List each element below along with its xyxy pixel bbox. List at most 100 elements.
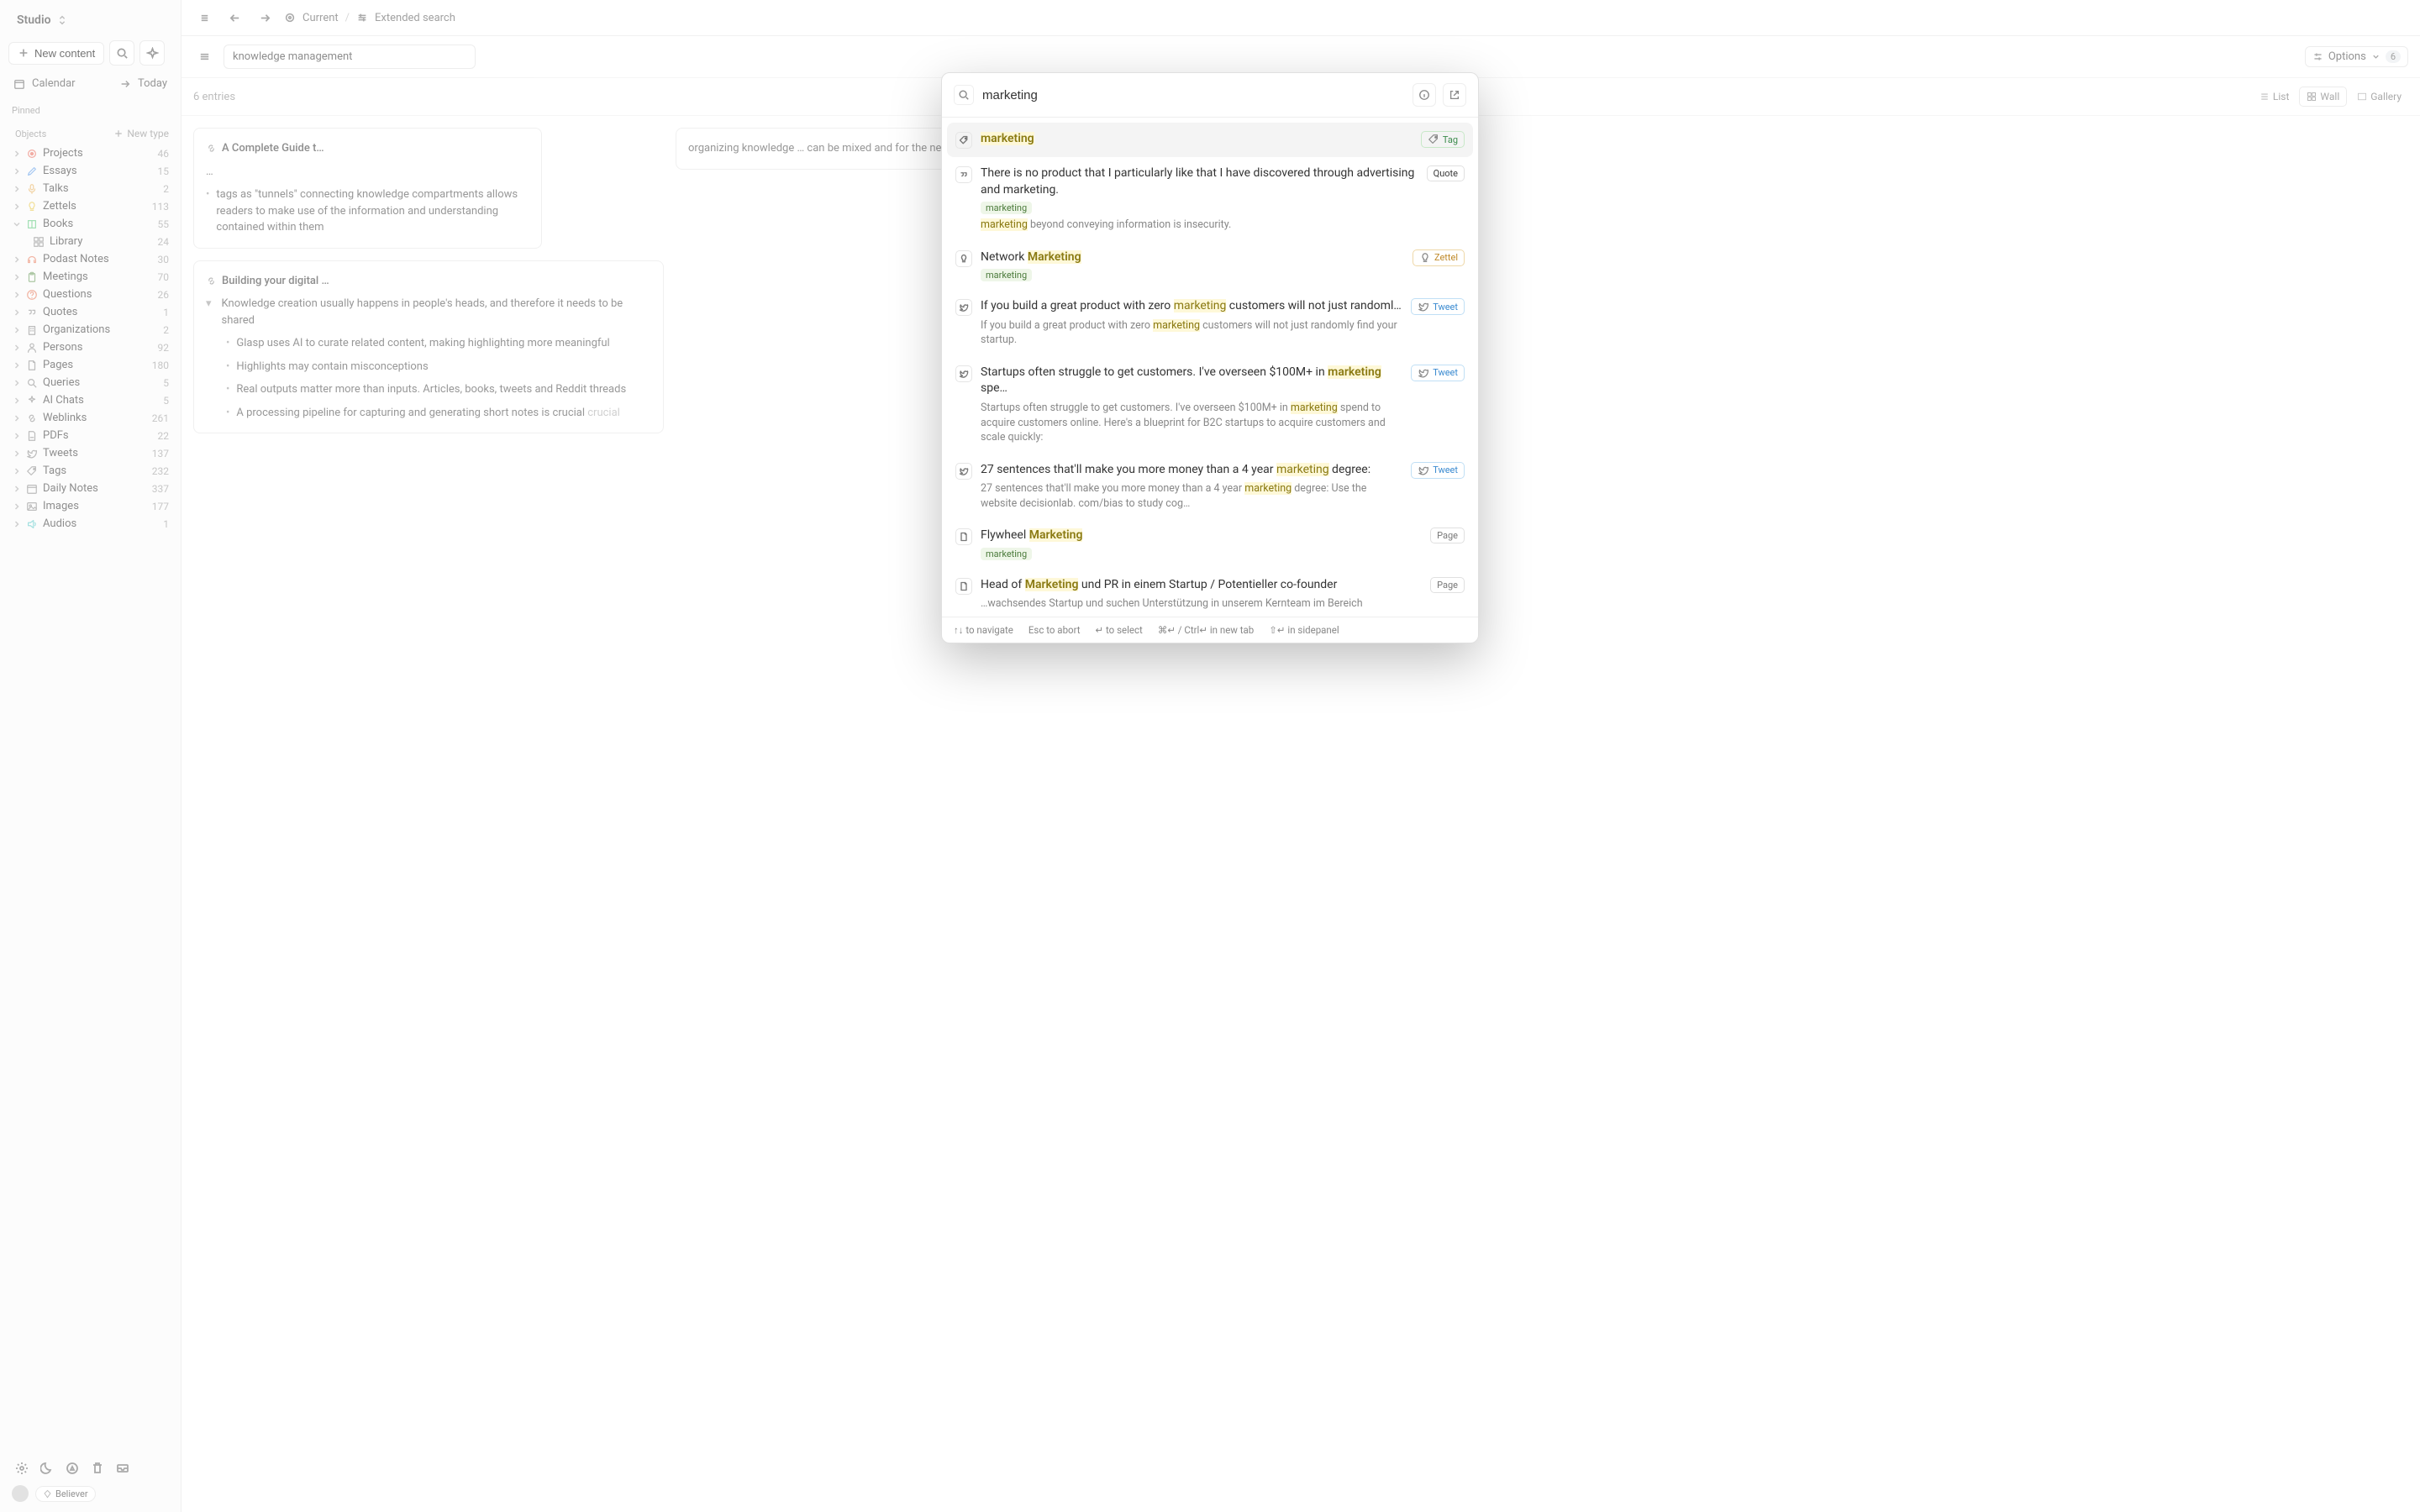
sidebar-item-zettels[interactable]: Zettels 113 <box>8 197 172 215</box>
filter-settings-button[interactable] <box>193 46 215 68</box>
calendar-link[interactable]: Calendar <box>13 77 76 90</box>
nav-back-button[interactable] <box>224 7 245 29</box>
sidebar-item-pdfs[interactable]: PDFs 22 <box>8 427 172 444</box>
caret-icon[interactable]: ▾ <box>206 296 212 328</box>
inbox-button[interactable] <box>113 1458 133 1478</box>
view-tab-gallery[interactable]: Gallery <box>2350 87 2408 107</box>
search-info-button[interactable] <box>1413 83 1436 107</box>
theme-button[interactable] <box>37 1458 57 1478</box>
chevron-right-icon[interactable] <box>12 431 22 441</box>
nav-forward-button[interactable] <box>254 7 276 29</box>
chevron-right-icon[interactable] <box>12 501 22 512</box>
toggle-sidebar-button[interactable] <box>193 7 215 29</box>
pinned-section-label: Pinned <box>8 105 172 116</box>
filter-input[interactable]: knowledge management <box>224 45 476 69</box>
sidebar-item-tags[interactable]: Tags 232 <box>8 462 172 480</box>
plan-badge[interactable]: Believer <box>35 1486 96 1502</box>
settings-button[interactable] <box>12 1458 32 1478</box>
sidebar-item-projects[interactable]: Projects 46 <box>8 144 172 162</box>
shortcuts-button[interactable] <box>62 1458 82 1478</box>
sidebar-item-questions[interactable]: Questions 26 <box>8 286 172 303</box>
sidebar-item-label: Essays <box>43 165 155 177</box>
sidebar-item-audios[interactable]: Audios 1 <box>8 515 172 533</box>
mic-icon <box>25 182 38 195</box>
view-tab-wall[interactable]: Wall <box>2299 87 2347 107</box>
grid-icon <box>32 235 45 248</box>
sidebar-item-library[interactable]: Library 24 <box>8 233 172 250</box>
chevron-right-icon[interactable] <box>12 307 22 318</box>
result-type-badge: Tag <box>1421 131 1465 148</box>
sidebar-item-queries[interactable]: Queries 5 <box>8 374 172 391</box>
sidebar-item-tweets[interactable]: Tweets 137 <box>8 444 172 462</box>
chevron-right-icon[interactable] <box>12 519 22 529</box>
avatar[interactable] <box>12 1485 29 1502</box>
chevron-right-icon[interactable] <box>12 378 22 388</box>
sidebar-item-podast-notes[interactable]: Podast Notes 30 <box>8 250 172 268</box>
chevron-right-icon[interactable] <box>12 360 22 370</box>
search-result-item[interactable]: Network Marketingmarketing Zettel <box>947 241 1473 291</box>
search-result-item[interactable]: marketing Tag <box>947 123 1473 157</box>
chevron-right-icon[interactable] <box>12 272 22 282</box>
chevron-right-icon[interactable] <box>12 166 22 176</box>
new-content-button[interactable]: New content <box>8 42 104 65</box>
chevron-right-icon[interactable] <box>12 325 22 335</box>
new-type-button[interactable]: New type <box>113 128 169 139</box>
ai-button[interactable] <box>139 40 165 66</box>
sidebar-item-weblinks[interactable]: Weblinks 261 <box>8 409 172 427</box>
clipboard-icon <box>25 270 38 283</box>
result-title: Head of Marketing und PR in einem Startu… <box>981 577 1422 594</box>
search-result-item[interactable]: There is no product that I particularly … <box>947 157 1473 241</box>
search-button[interactable] <box>109 40 134 66</box>
sidebar-item-daily-notes[interactable]: Daily Notes 337 <box>8 480 172 497</box>
sidebar-item-pages[interactable]: Pages 180 <box>8 356 172 374</box>
chevron-down-icon[interactable] <box>12 219 22 229</box>
today-link[interactable]: Today <box>119 77 167 90</box>
search-result-item[interactable]: 27 sentences that'll make you more money… <box>947 454 1473 520</box>
chevron-right-icon[interactable] <box>12 413 22 423</box>
chevron-right-icon[interactable] <box>12 484 22 494</box>
sidebar-item-quotes[interactable]: Quotes 1 <box>8 303 172 321</box>
new-type-label: New type <box>127 128 169 139</box>
wall-card[interactable]: A Complete Guide t… … tags as "tunnels" … <box>193 128 542 249</box>
chevron-right-icon[interactable] <box>12 396 22 406</box>
chevron-right-icon[interactable] <box>12 466 22 476</box>
sidebar-item-books[interactable]: Books 55 <box>8 215 172 233</box>
sidebar-item-talks[interactable]: Talks 2 <box>8 180 172 197</box>
view-tab-list[interactable]: List <box>2253 87 2296 107</box>
chevron-right-icon[interactable] <box>12 184 22 194</box>
link-icon <box>25 412 38 424</box>
search-input[interactable] <box>982 88 1404 102</box>
search-result-item[interactable]: Head of Marketing und PR in einem Startu… <box>947 569 1473 617</box>
search-result-item[interactable]: Flywheel Marketingmarketing Page <box>947 519 1473 569</box>
sidebar-item-count: 30 <box>158 254 170 265</box>
question-icon <box>25 288 38 301</box>
options-button[interactable]: Options 6 <box>2305 46 2408 67</box>
person-icon <box>25 341 38 354</box>
sidebar-item-meetings[interactable]: Meetings 70 <box>8 268 172 286</box>
chevron-right-icon[interactable] <box>12 149 22 159</box>
crumb-current[interactable]: Current <box>302 12 339 24</box>
sidebar-item-ai-chats[interactable]: AI Chats 5 <box>8 391 172 409</box>
sidebar-item-organizations[interactable]: Organizations 2 <box>8 321 172 339</box>
search-result-item[interactable]: Startups often struggle to get customers… <box>947 356 1473 454</box>
sidebar-item-count: 261 <box>152 412 169 424</box>
workspace-switcher[interactable]: Studio <box>12 10 73 30</box>
chevron-right-icon[interactable] <box>12 290 22 300</box>
chevron-right-icon[interactable] <box>12 255 22 265</box>
diamond-icon <box>43 1489 52 1499</box>
chevron-right-icon[interactable] <box>12 449 22 459</box>
sidebar-item-label: Talks <box>43 182 160 195</box>
crumb-page[interactable]: Extended search <box>375 12 455 24</box>
sidebar-item-persons[interactable]: Persons 92 <box>8 339 172 356</box>
filter-query: knowledge management <box>233 50 352 63</box>
sidebar-item-essays[interactable]: Essays 15 <box>8 162 172 180</box>
trash-button[interactable] <box>87 1458 108 1478</box>
search-modal: marketing Tag There is no product that I… <box>941 72 1479 643</box>
search-result-item[interactable]: If you build a great product with zero m… <box>947 290 1473 356</box>
chevron-right-icon[interactable] <box>12 202 22 212</box>
result-snippet: If you build a great product with zero m… <box>981 318 1402 348</box>
search-open-button[interactable] <box>1443 83 1466 107</box>
wall-card[interactable]: Building your digital … ▾Knowledge creat… <box>193 260 664 434</box>
chevron-right-icon[interactable] <box>12 343 22 353</box>
sidebar-item-images[interactable]: Images 177 <box>8 497 172 515</box>
